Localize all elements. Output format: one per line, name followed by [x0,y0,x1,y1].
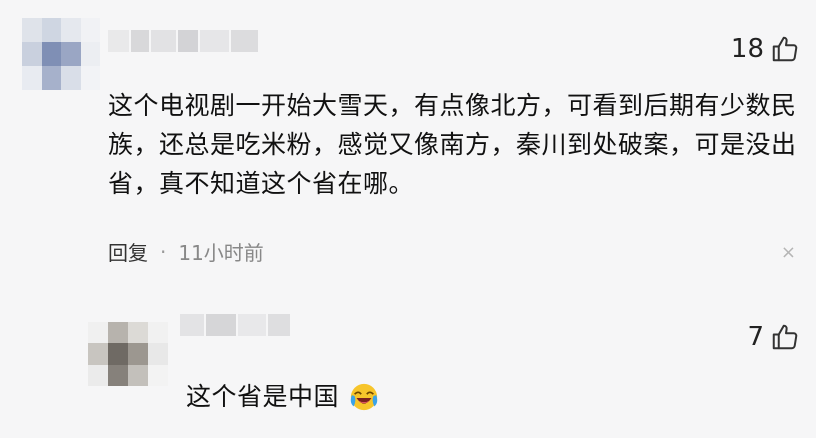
comment-text-content: 这个省是中国 [186,382,340,411]
timestamp: 11小时前 [178,241,264,265]
like-button[interactable]: 7 [747,322,800,352]
avatar-blurred[interactable] [88,322,168,386]
reply-button[interactable]: 回复 [108,237,148,266]
thumbs-up-icon [772,36,798,62]
comment-meta: 回复 · 11小时前 [108,237,264,266]
like-count: 18 [730,34,764,64]
avatar-blurred[interactable] [22,18,100,90]
separator-dot: · [160,239,167,264]
comment-item: 18 这个电视剧一开始大雪天，有点像北方，可看到后期有少数民族，还总是吃米粉，感… [0,0,816,300]
comment-text: 这个电视剧一开始大雪天，有点像北方，可看到后期有少数民族，还总是吃米粉，感觉又像… [108,91,797,198]
username-blurred[interactable] [180,314,290,336]
close-icon[interactable]: × [781,242,796,263]
username-blurred[interactable] [108,30,258,52]
laughing-crying-emoji-icon [351,383,378,411]
like-count: 7 [747,322,764,352]
like-button[interactable]: 18 [731,34,800,64]
thumbs-up-icon [772,324,798,350]
comment-item: 7 这个省是中国 [0,300,816,438]
comment-text: 这个省是中国 [186,377,379,416]
